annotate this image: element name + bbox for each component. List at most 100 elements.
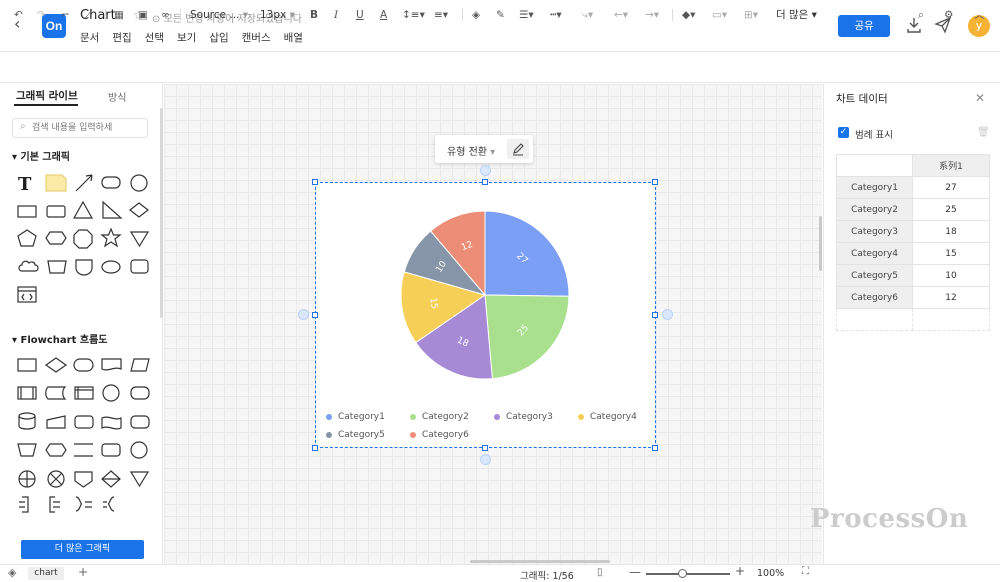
- table-cell[interactable]: 15: [912, 242, 990, 265]
- page-tab[interactable]: chart: [28, 567, 64, 580]
- align-icon[interactable]: ≡▾: [434, 7, 448, 23]
- rect-rounded-shape[interactable]: [46, 205, 66, 218]
- connection-point-top[interactable]: [480, 165, 491, 176]
- close-icon[interactable]: ✕: [975, 91, 985, 105]
- undo-icon[interactable]: ↶: [14, 7, 23, 23]
- card-shape[interactable]: [47, 260, 67, 274]
- format-painter-icon[interactable]: ⌐: [61, 7, 70, 23]
- rounded-rect-shape[interactable]: [101, 176, 121, 189]
- display-shape[interactable]: [130, 415, 150, 429]
- line-spacing-icon[interactable]: ↕≡▾: [402, 7, 425, 23]
- add-page-icon[interactable]: +: [78, 565, 88, 579]
- arrow-line-shape[interactable]: [75, 174, 93, 192]
- table-row-header[interactable]: Category3: [836, 220, 913, 243]
- database-shape[interactable]: [18, 412, 36, 430]
- hexagon-shape[interactable]: [45, 231, 67, 245]
- manual-operation-shape[interactable]: [17, 443, 37, 457]
- table-cell[interactable]: 27: [912, 176, 990, 199]
- search-canvas-icon[interactable]: ⌕: [918, 7, 924, 23]
- off-page-connector-shape[interactable]: [74, 471, 93, 488]
- brace-right-shape[interactable]: [75, 496, 92, 512]
- annotation-left-shape[interactable]: [49, 496, 60, 513]
- table-cell[interactable]: 18: [912, 220, 990, 243]
- italic-icon[interactable]: I: [334, 7, 338, 23]
- font-color-icon[interactable]: A: [380, 7, 387, 23]
- menu-item[interactable]: 선택: [145, 30, 164, 45]
- font-size-select[interactable]: 13px ▾: [260, 7, 295, 23]
- table-row-header[interactable]: Category5: [836, 264, 913, 287]
- data-shape[interactable]: [130, 358, 150, 372]
- or-shape[interactable]: [47, 470, 65, 488]
- cloud-shape[interactable]: [18, 260, 39, 272]
- resize-handle-e[interactable]: [652, 312, 658, 318]
- legend-checkbox[interactable]: ✓: [838, 127, 849, 138]
- layers-icon[interactable]: ◈: [8, 566, 16, 579]
- table-icon[interactable]: ⊞▾: [744, 7, 758, 23]
- merge-shape[interactable]: [129, 471, 150, 488]
- card-flow-shape[interactable]: [74, 415, 94, 429]
- bold-icon[interactable]: B: [310, 7, 318, 23]
- layers-icon[interactable]: ◆▾: [682, 7, 695, 23]
- connector-icon[interactable]: ⤷▾: [582, 7, 593, 23]
- line-width-icon[interactable]: ☰▾: [519, 7, 534, 23]
- zoom-in-icon[interactable]: +: [735, 564, 745, 578]
- menu-item[interactable]: 캔버스: [242, 30, 271, 45]
- speech-bubble-shape[interactable]: [101, 260, 121, 274]
- image-icon[interactable]: ▣: [138, 7, 148, 23]
- table-row-header[interactable]: Category4: [836, 242, 913, 265]
- collapse-icon[interactable]: ︿: [974, 7, 985, 23]
- connection-point-left[interactable]: [298, 309, 309, 320]
- resize-handle-se[interactable]: [652, 445, 658, 451]
- fill-color-icon[interactable]: ◈: [472, 7, 480, 23]
- table-corner-cell[interactable]: [836, 154, 913, 177]
- tab-style[interactable]: 방식: [108, 89, 126, 104]
- table-row-header[interactable]: Category6: [836, 286, 913, 309]
- resize-handle-ne[interactable]: [652, 179, 658, 185]
- menu-item[interactable]: 보기: [177, 30, 196, 45]
- share-button[interactable]: 공유: [838, 15, 890, 37]
- tab-graphic-library[interactable]: 그래픽 라이브: [16, 88, 78, 103]
- connector-circle-shape[interactable]: [102, 384, 120, 402]
- table-row-header[interactable]: Category1: [836, 176, 913, 199]
- table-cell[interactable]: 25: [912, 198, 990, 221]
- diamond-shape[interactable]: [129, 202, 149, 218]
- grid-icon[interactable]: ▦: [114, 7, 124, 23]
- sort-shape[interactable]: [101, 470, 121, 488]
- arrow-end-icon[interactable]: →▾: [645, 7, 659, 23]
- resize-handle-sw[interactable]: [312, 445, 318, 451]
- table-cell[interactable]: 12: [912, 286, 990, 309]
- off-page-circle-shape[interactable]: [130, 441, 148, 459]
- menu-item[interactable]: 배열: [284, 30, 303, 45]
- decision-shape[interactable]: [44, 357, 68, 373]
- menu-item[interactable]: 문서: [80, 30, 99, 45]
- menu-item[interactable]: 편집: [112, 30, 131, 45]
- font-family-select[interactable]: Source ... ▾: [190, 7, 248, 23]
- process-shape[interactable]: [17, 358, 37, 372]
- star-shape[interactable]: [100, 227, 122, 248]
- trash-icon[interactable]: 🗑: [977, 127, 990, 138]
- menu-item[interactable]: 삽입: [209, 30, 228, 45]
- direct-access-shape[interactable]: [130, 386, 150, 400]
- right-triangle-shape[interactable]: [102, 200, 123, 219]
- internal-storage-shape[interactable]: [74, 386, 94, 400]
- canvas-horizontal-scrollbar[interactable]: [470, 560, 610, 563]
- clear-format-icon[interactable]: ⟋: [85, 7, 92, 23]
- line-style-icon[interactable]: ┅▾: [550, 7, 562, 23]
- predefined-process-shape[interactable]: [17, 386, 37, 400]
- table-column-header[interactable]: 系列1: [912, 154, 990, 177]
- document-shape[interactable]: [101, 358, 122, 371]
- table-empty-cell[interactable]: [912, 308, 990, 331]
- shield-shape[interactable]: [75, 259, 93, 276]
- inverted-triangle-shape[interactable]: [129, 231, 150, 248]
- fullscreen-icon[interactable]: ⛶: [802, 566, 809, 577]
- connection-point-right[interactable]: [662, 309, 673, 320]
- redo-icon[interactable]: ↷: [37, 7, 46, 23]
- preparation-shape[interactable]: [45, 443, 67, 457]
- section-flowchart[interactable]: ▾ Flowchart 흐름도: [12, 331, 107, 346]
- zoom-out-icon[interactable]: —: [629, 565, 641, 579]
- settings-icon[interactable]: ⚙: [944, 7, 953, 23]
- text-shape[interactable]: T: [18, 174, 32, 195]
- note-shape[interactable]: [45, 174, 67, 192]
- annotation-right-shape[interactable]: [19, 496, 29, 513]
- link-icon[interactable]: ∞: [161, 7, 170, 23]
